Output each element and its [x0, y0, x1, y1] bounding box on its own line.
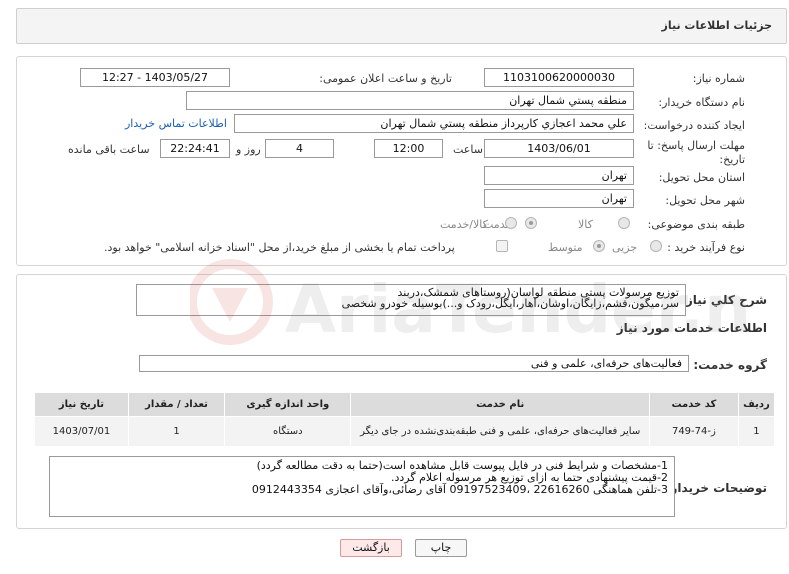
buyer-contact-link[interactable]: اطلاعات تماس خریدار	[125, 117, 227, 130]
deadline-time-label: ساعت	[453, 143, 483, 156]
summary-label: شرح کلي نیاز:	[681, 293, 767, 307]
col-code: کد خدمت	[648, 392, 739, 417]
col-date: تاریخ نیاز	[34, 392, 129, 417]
process-radio-medium[interactable]	[593, 240, 605, 252]
process-option-medium: متوسط	[548, 241, 583, 254]
cell-date: 1403/07/01	[34, 416, 129, 447]
cell-qty: 1	[127, 416, 226, 447]
category-label: طبقه بندی موضوعی:	[647, 218, 745, 231]
table-header-row: ردیف کد خدمت نام خدمت واحد اندازه گیری ت…	[34, 392, 776, 417]
category-radio-service[interactable]	[525, 217, 537, 229]
category-radio-goods[interactable]	[618, 217, 630, 229]
services-table: ردیف کد خدمت نام خدمت واحد اندازه گیری ت…	[34, 392, 776, 447]
announce-label: تاریخ و ساعت اعلان عمومی:	[319, 72, 452, 85]
category-radio-goods-service[interactable]	[505, 217, 517, 229]
col-unit: واحد اندازه گیری	[224, 392, 352, 417]
print-button[interactable]: چاپ	[415, 539, 467, 557]
buyer-notes-label: توضیحات خریدار:	[665, 481, 767, 495]
deadline-date-field[interactable]: 1403/06/01	[484, 139, 634, 158]
city-field[interactable]: تهران	[484, 189, 634, 208]
province-field[interactable]: تهران	[484, 166, 634, 185]
service-group-field[interactable]: فعالیت‌های حرفه‌ای، علمی و فنی	[139, 355, 689, 372]
process-option-minor: جزیی	[612, 241, 638, 254]
cell-row: 1	[737, 416, 776, 447]
service-group-label: گروه خدمت:	[693, 358, 767, 372]
cell-unit: دستگاه	[224, 416, 352, 447]
back-button[interactable]: بازگشت	[340, 539, 402, 557]
category-option-goods: کالا	[578, 218, 593, 231]
category-option-goods-service: کالا/خدمت	[440, 218, 488, 231]
process-radio-minor[interactable]	[650, 240, 662, 252]
buyer-org-label: نام دستگاه خریدار:	[658, 96, 745, 109]
province-label: استان محل تحویل:	[658, 171, 745, 184]
buyer-org-field[interactable]: منطقه پستي شمال تهران	[186, 91, 634, 110]
deadline-label: مهلت ارسال پاسخ: تا تاریخ:	[647, 139, 745, 166]
header-panel: جزئیات اطلاعات نیاز	[16, 8, 787, 44]
remaining-label: ساعت باقی مانده	[68, 143, 150, 156]
announce-field[interactable]: 1403/05/27 - 12:27	[80, 68, 230, 87]
summary-textarea[interactable]: توزیع مرسولات پستی منطقه لواسان(روستاهای…	[136, 284, 686, 316]
payment-note: پرداخت تمام یا بخشی از مبلغ خرید،از محل …	[104, 241, 455, 254]
creator-field[interactable]: علي محمد اعجازي کارپرداز منطقه پستي شمال…	[234, 114, 634, 133]
treasury-checkbox[interactable]	[496, 240, 508, 252]
days-label: روز و	[236, 143, 261, 156]
need-number-field[interactable]: 1103100620000030	[484, 68, 634, 87]
cell-code: ز-74-749	[648, 416, 739, 447]
col-name: نام خدمت	[350, 392, 650, 417]
services-section-title: اطلاعات خدمات مورد نیاز	[616, 321, 767, 335]
deadline-time-field[interactable]: 12:00	[374, 139, 443, 158]
col-row: ردیف	[737, 392, 776, 417]
buyer-notes-textarea[interactable]: 1-مشخصات و شرایط فنی در فایل پیوست قابل …	[49, 456, 675, 517]
cell-name: سایر فعالیت‌های حرفه‌ای، علمی و فنی طبقه…	[350, 416, 650, 447]
process-label: نوع فرآیند خرید :	[667, 241, 745, 254]
table-row[interactable]: 1 ز-74-749 سایر فعالیت‌های حرفه‌ای، علمی…	[34, 416, 776, 447]
col-qty: تعداد / مقدار	[127, 392, 226, 417]
city-label: شهر محل تحویل:	[665, 194, 745, 207]
page-title: جزئیات اطلاعات نیاز	[661, 19, 773, 32]
need-number-label: شماره نیاز:	[692, 72, 745, 85]
creator-label: ایجاد کننده درخواست:	[643, 119, 745, 132]
days-field[interactable]: 4	[265, 139, 334, 158]
remaining-time-field[interactable]: 22:24:41	[160, 139, 230, 158]
